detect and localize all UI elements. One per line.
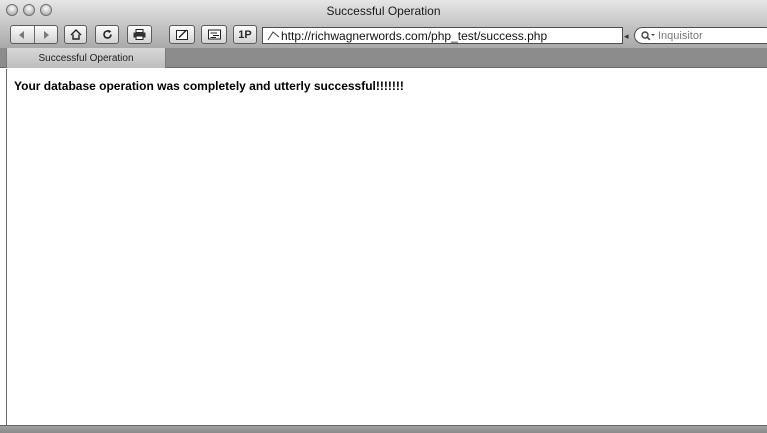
tabs-button[interactable] xyxy=(201,25,227,44)
home-icon xyxy=(70,29,81,40)
search-dropdown-icon[interactable]: ◂ xyxy=(624,31,634,42)
edit-button[interactable] xyxy=(169,25,195,44)
page-content: Your database operation was completely a… xyxy=(6,69,767,425)
toolbar: 1P http://richwagnerwords.com/php_test/s… xyxy=(0,22,767,48)
one-password-button[interactable]: 1P xyxy=(233,25,257,44)
tabs-icon xyxy=(207,29,221,40)
back-button[interactable] xyxy=(11,26,34,43)
reload-icon xyxy=(102,29,112,39)
print-button[interactable] xyxy=(127,25,152,44)
reload-button[interactable] xyxy=(95,25,119,44)
print-icon xyxy=(133,29,146,40)
address-bar[interactable]: http://richwagnerwords.com/php_test/succ… xyxy=(262,27,623,44)
forward-button[interactable] xyxy=(33,26,58,43)
tab-successful-operation[interactable]: Successful Operation xyxy=(6,48,166,68)
search-area: ◂ Inquisitor xyxy=(624,27,767,44)
window-title: Successful Operation xyxy=(326,4,441,18)
tab-strip: Successful Operation xyxy=(0,48,767,68)
back-arrow-icon xyxy=(19,30,25,39)
status-bar xyxy=(0,425,767,433)
url-text: http://richwagnerwords.com/php_test/succ… xyxy=(281,28,548,43)
back-forward-buttons xyxy=(10,25,58,44)
browser-window: Successful Operation 1P http://richwagne… xyxy=(0,0,767,433)
url-check-icon xyxy=(265,30,281,41)
success-message: Your database operation was completely a… xyxy=(14,79,404,93)
edit-icon xyxy=(175,29,188,40)
forward-arrow-icon xyxy=(43,30,49,39)
title-bar: Successful Operation xyxy=(0,0,767,22)
search-input[interactable]: Inquisitor xyxy=(634,27,767,44)
search-placeholder: Inquisitor xyxy=(658,29,703,42)
home-button[interactable] xyxy=(64,25,87,44)
search-icon xyxy=(641,30,655,40)
